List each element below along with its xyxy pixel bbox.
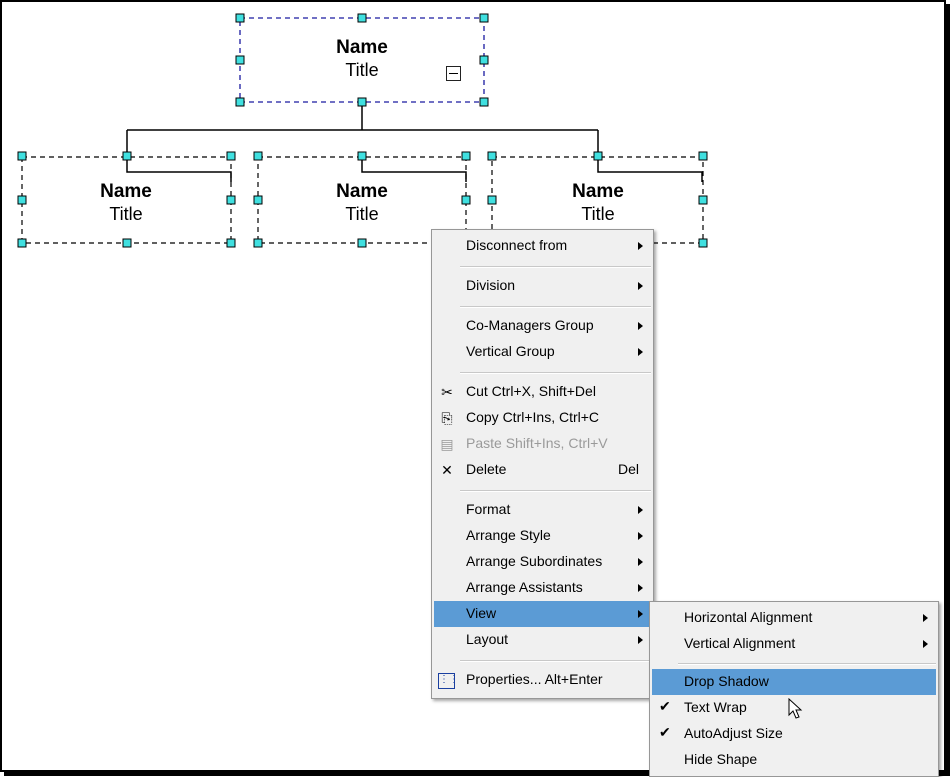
submenu-arrow-icon	[638, 506, 643, 514]
submenu-arrow-icon	[638, 242, 643, 250]
top-node[interactable]: Name Title	[300, 37, 424, 81]
menu-item-co-managers-group[interactable]: Co-Managers Group	[434, 313, 651, 339]
menu-item-properties[interactable]: ⋮⋮ Properties... Alt+Enter	[434, 667, 651, 693]
check-icon: ✔	[659, 724, 671, 740]
menu-separator	[460, 306, 651, 308]
menu-item-disconnect[interactable]: Disconnect from	[434, 233, 651, 259]
menu-item-label: Arrange Style	[466, 527, 551, 543]
menu-item-layout[interactable]: Layout	[434, 627, 651, 653]
context-menu: Disconnect from Division Co-Managers Gro…	[431, 229, 654, 699]
menu-item-autoadjust-size[interactable]: ✔ AutoAdjust Size	[652, 721, 936, 747]
menu-item-hide-shape[interactable]: Hide Shape	[652, 747, 936, 773]
mouse-cursor-icon	[788, 698, 803, 719]
menu-item-label: Copy Ctrl+Ins, Ctrl+C	[466, 409, 600, 425]
menu-item-delete[interactable]: ✕ Delete Del	[434, 457, 651, 483]
submenu-arrow-icon	[638, 636, 643, 644]
copy-icon: ⎘	[441, 410, 453, 426]
menu-item-label: Cut Ctrl+X, Shift+Del	[466, 383, 596, 399]
menu-item-label: Text Wrap	[684, 699, 747, 715]
delete-icon: ✕	[441, 462, 453, 478]
child-node-2[interactable]: Name Title	[302, 181, 422, 225]
paste-icon: ▤	[440, 436, 454, 452]
submenu-arrow-icon	[638, 558, 643, 566]
menu-item-label: AutoAdjust Size	[684, 725, 783, 741]
node-name: Name	[572, 181, 624, 202]
menu-item-shortcut: Del	[617, 461, 639, 477]
submenu-arrow-icon	[638, 348, 643, 356]
menu-item-cut[interactable]: ✂ Cut Ctrl+X, Shift+Del	[434, 379, 651, 405]
child-node-3[interactable]: Name Title	[538, 181, 658, 225]
node-name: Name	[100, 181, 152, 202]
properties-icon: ⋮⋮	[438, 673, 459, 689]
submenu-arrow-icon	[923, 640, 928, 648]
menu-item-view[interactable]: View	[434, 601, 651, 627]
submenu-arrow-icon	[638, 610, 643, 618]
menu-item-label: Arrange Assistants	[466, 579, 583, 595]
menu-item-arrange-subordinates[interactable]: Arrange Subordinates	[434, 549, 651, 575]
menu-item-label: Division	[466, 277, 516, 293]
node-title: Title	[109, 204, 143, 224]
menu-item-label: Vertical Alignment	[684, 635, 796, 651]
menu-item-arrange-style[interactable]: Arrange Style	[434, 523, 651, 549]
menu-item-label: Delete	[466, 461, 507, 477]
menu-separator	[460, 266, 651, 268]
menu-separator	[678, 663, 936, 665]
menu-item-label: Vertical Group	[466, 343, 555, 359]
menu-item-arrange-assistants[interactable]: Arrange Assistants	[434, 575, 651, 601]
submenu-arrow-icon	[923, 614, 928, 622]
menu-item-paste: ▤ Paste Shift+Ins, Ctrl+V	[434, 431, 651, 457]
child-node-1[interactable]: Name Title	[66, 181, 186, 225]
cut-icon: ✂	[441, 384, 453, 400]
submenu-arrow-icon	[638, 584, 643, 592]
menu-item-label: View	[466, 605, 497, 621]
menu-item-vertical-group[interactable]: Vertical Group	[434, 339, 651, 365]
menu-item-drop-shadow[interactable]: Drop Shadow	[652, 669, 936, 695]
menu-separator	[460, 660, 651, 662]
submenu-arrow-icon	[638, 322, 643, 330]
node-title: Title	[345, 204, 379, 224]
menu-separator	[460, 490, 651, 492]
menu-item-label: Format	[466, 501, 511, 517]
check-icon: ✔	[659, 698, 671, 714]
collapse-icon[interactable]	[446, 66, 461, 81]
node-title: Title	[581, 204, 615, 224]
menu-item-label: Layout	[466, 631, 509, 647]
menu-item-copy[interactable]: ⎘ Copy Ctrl+Ins, Ctrl+C	[434, 405, 651, 431]
menu-item-label: Drop Shadow	[684, 673, 769, 689]
node-title: Title	[345, 60, 379, 80]
node-name: Name	[336, 181, 388, 202]
menu-item-label: Horizontal Alignment	[684, 609, 813, 625]
menu-item-division[interactable]: Division	[434, 273, 651, 299]
submenu-arrow-icon	[638, 282, 643, 290]
view-submenu: Horizontal Alignment Vertical Alignment …	[649, 601, 939, 777]
menu-item-label: Disconnect from	[466, 237, 568, 253]
menu-item-label: Co-Managers Group	[466, 317, 594, 333]
menu-item-format[interactable]: Format	[434, 497, 651, 523]
menu-item-label: Hide Shape	[684, 751, 758, 767]
submenu-arrow-icon	[638, 532, 643, 540]
menu-item-vertical-alignment[interactable]: Vertical Alignment	[652, 631, 936, 657]
menu-item-label: Arrange Subordinates	[466, 553, 603, 569]
menu-item-label: Paste Shift+Ins, Ctrl+V	[466, 435, 608, 451]
menu-separator	[460, 372, 651, 374]
node-name: Name	[336, 37, 388, 58]
menu-item-label: Properties... Alt+Enter	[466, 671, 603, 687]
menu-item-horizontal-alignment[interactable]: Horizontal Alignment	[652, 605, 936, 631]
